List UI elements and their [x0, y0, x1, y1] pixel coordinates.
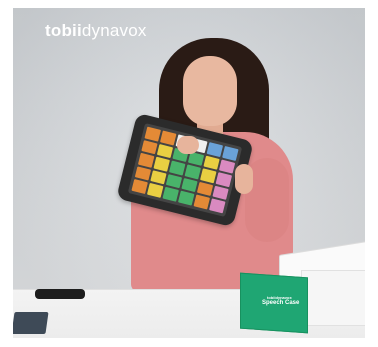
- box-insert: [301, 270, 365, 326]
- person-hand-left: [177, 136, 199, 154]
- grid-cell: [165, 173, 183, 189]
- grid-cell: [177, 190, 195, 206]
- grid-cell: [193, 194, 210, 210]
- brand-logo-regular: dynavox: [81, 21, 147, 40]
- charging-cable: [35, 289, 85, 299]
- grid-cell: [156, 143, 174, 159]
- person-hand-right: [235, 164, 253, 194]
- brand-logo: tobiidynavox: [45, 21, 147, 41]
- grid-cell: [169, 160, 186, 176]
- product-photo: tobiidynavox tobiidynavox Speech Case: [13, 8, 365, 338]
- grid-cell: [162, 187, 179, 202]
- grid-cell: [160, 130, 177, 146]
- grid-cell: [200, 168, 217, 184]
- grid-cell: [150, 170, 167, 185]
- grid-cell: [134, 166, 152, 181]
- grid-cell: [137, 152, 155, 168]
- grid-cell: [222, 145, 239, 161]
- grid-cell: [131, 179, 148, 195]
- binder: [13, 312, 49, 334]
- grid-cell: [209, 198, 226, 214]
- grid-cell: [181, 177, 198, 193]
- grid-cell: [212, 185, 229, 201]
- grid-cell: [184, 164, 201, 180]
- photo-frame: tobiidynavox tobiidynavox Speech Case: [0, 0, 378, 347]
- person-face: [183, 56, 237, 126]
- brand-logo-bold: tobii: [45, 21, 82, 40]
- grid-cell: [144, 126, 161, 142]
- grid-cell: [153, 156, 170, 172]
- grid-cell: [141, 139, 158, 155]
- grid-cell: [146, 183, 164, 198]
- grid-cell: [215, 172, 233, 187]
- box-product-label: Speech Case: [262, 300, 300, 306]
- grid-cell: [218, 159, 236, 174]
- grid-cell: [203, 155, 220, 170]
- grid-cell: [196, 181, 214, 197]
- grid-cell: [206, 142, 224, 157]
